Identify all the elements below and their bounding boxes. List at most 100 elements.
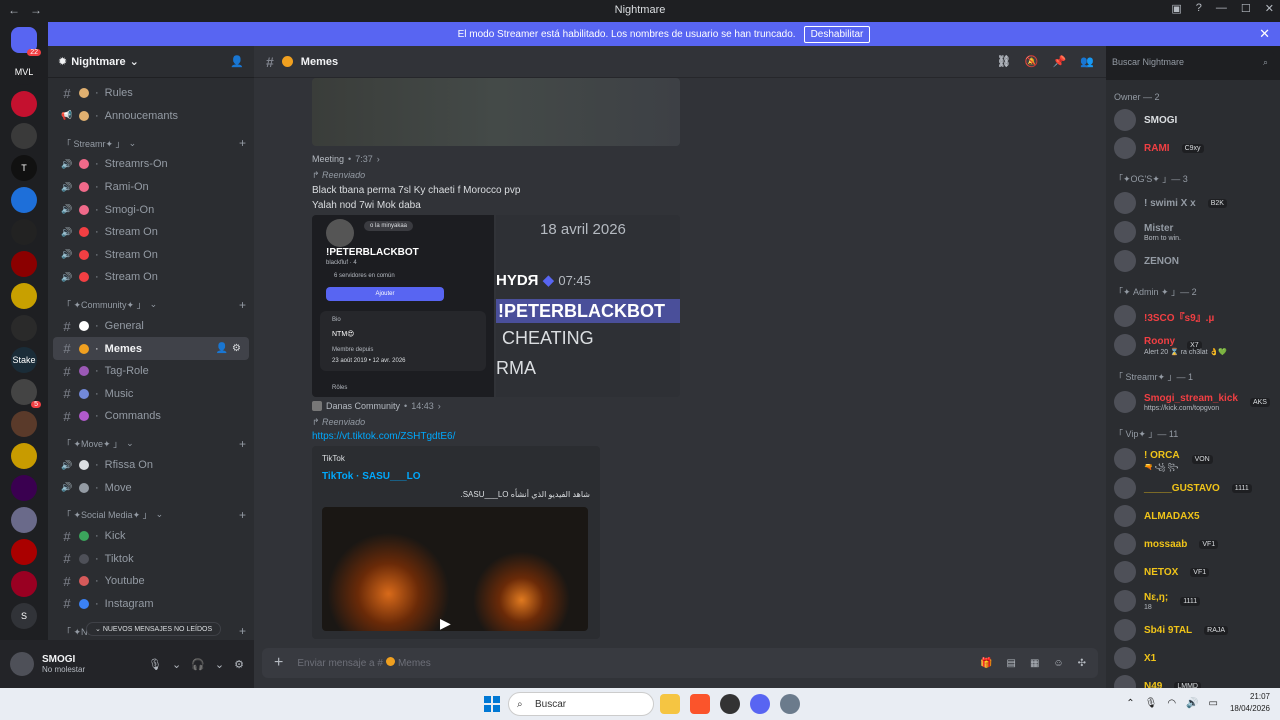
- server-icon[interactable]: [11, 571, 37, 597]
- chevron-down-icon[interactable]: ⌄: [215, 658, 224, 671]
- channel-item[interactable]: 🔊 · Rami-On: [53, 176, 249, 199]
- headphones-icon[interactable]: 🎧: [191, 658, 205, 671]
- add-channel-icon[interactable]: +: [239, 437, 246, 451]
- channel-item[interactable]: 📢 · Annoucemants: [53, 105, 249, 128]
- new-messages-pill[interactable]: ⌄ NUEVOS MENSAJES NO LEÍDOS: [86, 622, 222, 636]
- channel-item[interactable]: # · Music: [53, 383, 249, 406]
- channel-item[interactable]: # · General: [53, 315, 249, 338]
- member-item[interactable]: ALMADAX5: [1114, 502, 1280, 530]
- channel-item[interactable]: 🔊 · Move: [53, 476, 249, 499]
- member-item[interactable]: mossaab VF1: [1114, 530, 1280, 558]
- server-icon[interactable]: [11, 475, 37, 501]
- channel-item[interactable]: 🔊 · Stream On: [53, 266, 249, 289]
- settings-icon[interactable]: [780, 694, 800, 714]
- server-icon[interactable]: [11, 91, 37, 117]
- wifi-icon[interactable]: ◠: [1167, 698, 1176, 709]
- member-item[interactable]: ! swimi X x B2K: [1114, 189, 1280, 217]
- brave-icon[interactable]: [690, 694, 710, 714]
- channel-item[interactable]: 🔊 · Streamrs-On: [53, 153, 249, 176]
- gear-icon[interactable]: ⚙: [232, 343, 241, 354]
- help-icon[interactable]: ?: [1196, 2, 1202, 15]
- member-item[interactable]: SMOGI: [1114, 106, 1280, 134]
- member-item[interactable]: Sb4i 9TAL RAJA: [1114, 616, 1280, 644]
- plus-icon[interactable]: +: [274, 654, 283, 672]
- server-icon[interactable]: S: [11, 603, 37, 629]
- channel-item[interactable]: # · Commands: [53, 405, 249, 428]
- gear-icon[interactable]: ⚙: [234, 658, 244, 671]
- invite-icon[interactable]: 👤: [216, 343, 228, 354]
- channel-item[interactable]: # · Kick: [53, 525, 249, 548]
- attachment-image[interactable]: [312, 78, 680, 146]
- member-item[interactable]: Smogi_stream_kick AKS https://kick.com/top…: [1114, 387, 1280, 417]
- avatar[interactable]: [10, 652, 34, 676]
- gift-icon[interactable]: 🎁: [980, 658, 992, 669]
- taskbar-search[interactable]: ⌕ Buscar: [508, 692, 654, 716]
- member-item[interactable]: _____GUSTAVO 1111: [1114, 474, 1280, 502]
- close-window-icon[interactable]: ✕: [1265, 2, 1274, 15]
- server-icon[interactable]: [11, 123, 37, 149]
- server-header[interactable]: ✹ Nightmare ⌄ 👤: [48, 46, 254, 78]
- forward-source[interactable]: Meeting • 7:37 ›: [312, 154, 1092, 164]
- server-icon[interactable]: [11, 219, 37, 245]
- pin-icon[interactable]: 📌: [1053, 55, 1067, 68]
- battery-icon[interactable]: ▭: [1209, 698, 1218, 709]
- inbox-icon[interactable]: ▣: [1171, 2, 1181, 15]
- microphone-icon[interactable]: 🎙: [1145, 698, 1158, 709]
- channel-category[interactable]: 「 ✦Social Media✦ 」 ⌄ +: [48, 505, 254, 525]
- channel-item[interactable]: 🔊 · Smogi-On: [53, 198, 249, 221]
- add-channel-icon[interactable]: +: [239, 136, 246, 150]
- add-channel-icon[interactable]: +: [239, 624, 246, 638]
- minimize-icon[interactable]: —: [1216, 2, 1227, 15]
- volume-icon[interactable]: 🔊: [1186, 698, 1198, 709]
- server-icon[interactable]: 5: [11, 379, 41, 408]
- disable-streamer-button[interactable]: Deshabilitar: [803, 25, 871, 43]
- members-icon[interactable]: 👥: [1080, 55, 1094, 68]
- channel-category[interactable]: 「 Streamr✦ 」 ⌄ +: [48, 133, 254, 153]
- member-item[interactable]: NETOX VF1: [1114, 558, 1280, 586]
- microphone-icon[interactable]: 🎙: [148, 658, 162, 671]
- server-icon[interactable]: [11, 443, 37, 469]
- mute-bell-icon[interactable]: 🔕: [1025, 55, 1039, 68]
- server-icon[interactable]: [11, 507, 37, 533]
- discord-icon[interactable]: [750, 694, 770, 714]
- chevron-up-icon[interactable]: ⌃: [1126, 698, 1134, 709]
- add-channel-icon[interactable]: +: [239, 298, 246, 312]
- server-icon[interactable]: Stake: [11, 347, 37, 373]
- video-thumbnail[interactable]: ▶: [322, 507, 588, 631]
- maximize-icon[interactable]: ☐: [1241, 2, 1251, 15]
- forward-source[interactable]: Danas Community • 14:43 ›: [312, 401, 1092, 411]
- server-icon[interactable]: [11, 539, 37, 565]
- tiktok-link[interactable]: https://vt.tiktok.com/ZSHTgdtE6/: [312, 431, 1092, 442]
- member-item[interactable]: !3SCO『s9』.µ: [1114, 302, 1280, 330]
- member-item[interactable]: N49 LMMD: [1114, 672, 1280, 688]
- member-item[interactable]: Roony X7 Alert 20 ⌛ ra ch3lat 👌💚: [1114, 330, 1280, 360]
- embed-title[interactable]: TikTok · SASU___LO: [322, 471, 590, 482]
- message-input[interactable]: Enviar mensaje a # Memes: [297, 657, 431, 669]
- member-item[interactable]: RAMI C9xy: [1114, 134, 1280, 162]
- server-icon[interactable]: T: [11, 155, 37, 181]
- server-icon[interactable]: 22: [11, 27, 41, 56]
- sticker-icon[interactable]: ▦: [1030, 658, 1039, 669]
- chevron-down-icon[interactable]: ⌄: [172, 658, 181, 671]
- member-item[interactable]: Mister Born to win.: [1114, 217, 1280, 247]
- channel-item[interactable]: # · Instagram: [53, 593, 249, 616]
- member-item[interactable]: X1: [1114, 644, 1280, 672]
- threads-icon[interactable]: ⛓: [997, 55, 1011, 68]
- server-icon[interactable]: [11, 251, 37, 277]
- channel-category[interactable]: 「 ✦Community✦ 」 ⌄ +: [48, 295, 254, 315]
- server-icon[interactable]: [11, 411, 37, 437]
- server-icon[interactable]: MVL: [11, 59, 37, 85]
- emoji-icon[interactable]: ☺: [1053, 658, 1063, 669]
- server-icon[interactable]: [11, 315, 37, 341]
- gif-icon[interactable]: ▤: [1006, 658, 1015, 669]
- app-icon[interactable]: [720, 694, 740, 714]
- channel-item[interactable]: # · Rules: [53, 82, 249, 105]
- profile-screenshot[interactable]: o la minyakaa !PETERBLACKBOT blackfluf ·…: [312, 215, 494, 397]
- channel-item[interactable]: 🔊 · Rfissa On: [53, 454, 249, 477]
- add-member-icon[interactable]: 👤: [230, 55, 244, 68]
- member-item[interactable]: Nε,ŋ; 1111 18: [1114, 586, 1280, 616]
- channel-category[interactable]: 「 ✦Move✦ 」 ⌄ +: [48, 434, 254, 454]
- member-item[interactable]: ! ORCA VON 🔫 ꧁ ꧂: [1114, 444, 1280, 474]
- server-icon[interactable]: [11, 187, 37, 213]
- search-input[interactable]: Buscar Nightmare ⌕: [1106, 52, 1274, 72]
